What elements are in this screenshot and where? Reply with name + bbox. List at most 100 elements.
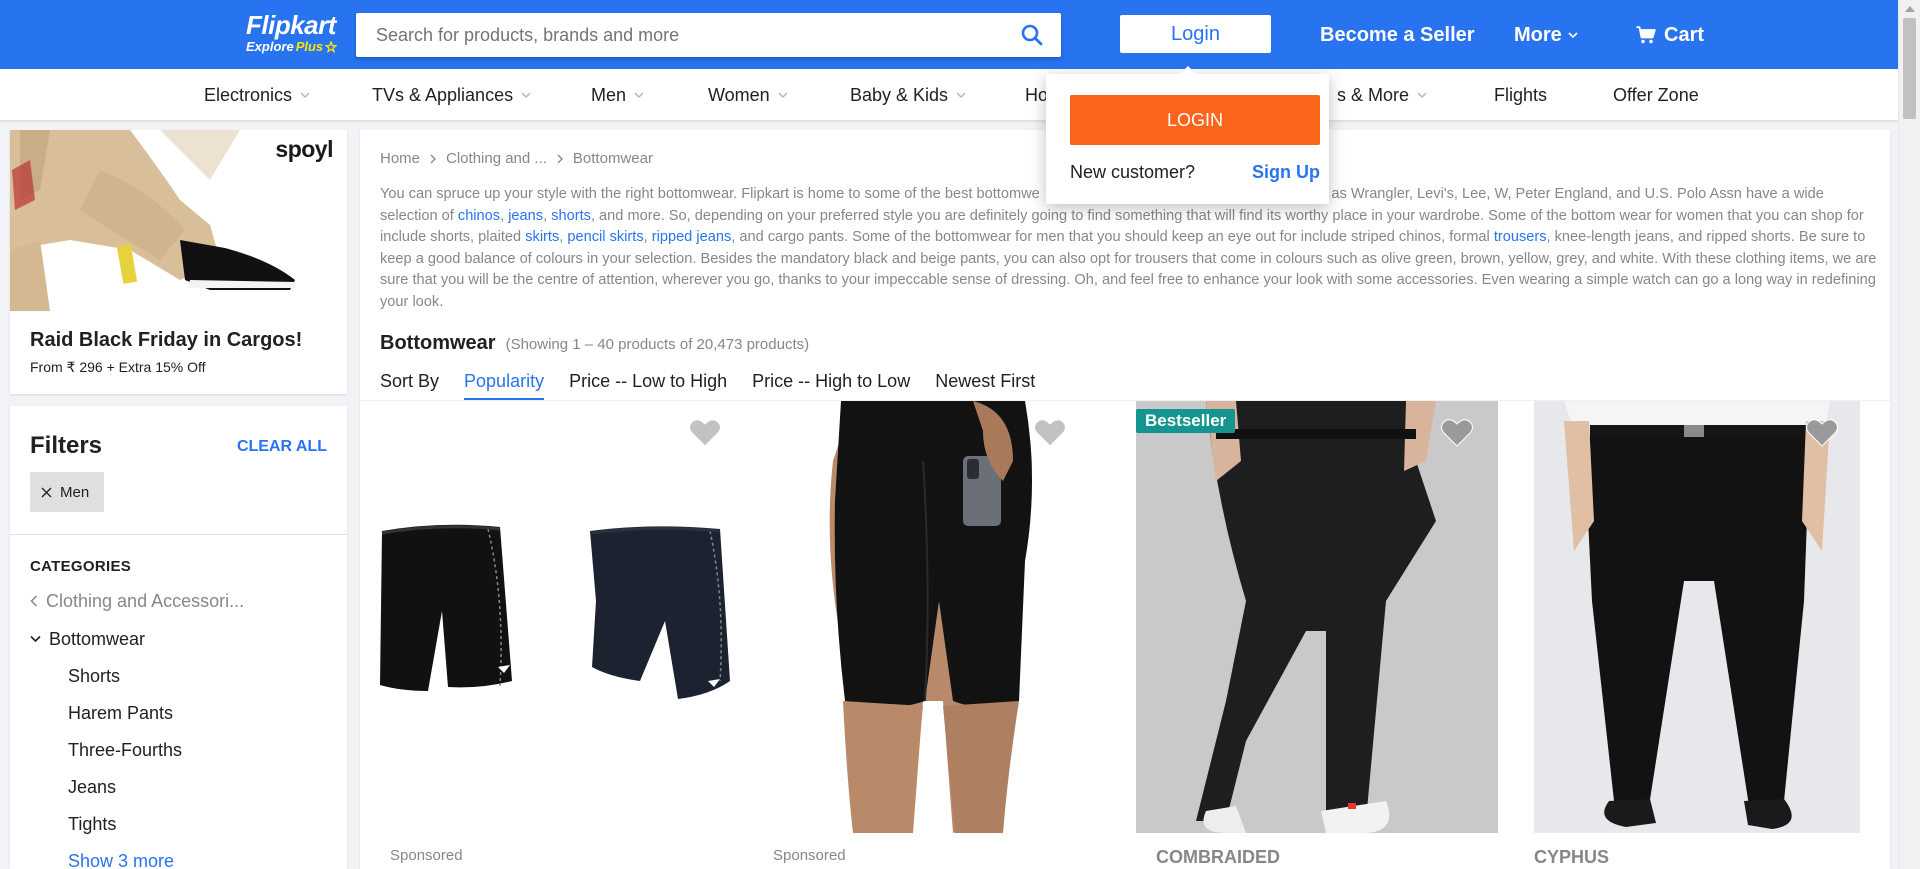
product-card[interactable]: Sponsored xyxy=(360,401,743,869)
subcategory-jeans[interactable]: Jeans xyxy=(68,776,116,798)
sponsored-label: Sponsored xyxy=(390,847,463,864)
sign-up-link[interactable]: Sign Up xyxy=(1252,161,1320,183)
product-card[interactable]: Bestseller COMBRAIDED xyxy=(1126,401,1509,869)
nav-home[interactable]: Ho xyxy=(1025,84,1048,106)
login-cta-button[interactable]: LOGIN xyxy=(1070,95,1320,145)
sort-bar: Sort By Popularity Price -- Low to High … xyxy=(380,370,1035,400)
chevron-down-icon xyxy=(521,92,531,98)
breadcrumb-clothing[interactable]: Clothing and ... xyxy=(446,150,547,168)
nav-flights[interactable]: Flights xyxy=(1494,84,1547,106)
subcategory-three-fourths[interactable]: Three-Fourths xyxy=(68,739,182,761)
search-box xyxy=(356,13,1061,57)
bestseller-badge: Bestseller xyxy=(1136,409,1236,433)
header-bar: Flipkart Explore Plus Login Become a Sel… xyxy=(0,0,1898,69)
cart-link[interactable]: Cart xyxy=(1636,22,1704,48)
close-icon[interactable] xyxy=(41,487,52,498)
product-brand: COMBRAIDED xyxy=(1156,847,1280,867)
wishlist-heart-icon[interactable] xyxy=(688,417,722,449)
results-title: Bottomwear xyxy=(380,332,496,354)
scroll-up-arrow-icon[interactable] xyxy=(1905,6,1915,12)
filters-title: Filters xyxy=(30,432,103,459)
nav-sports-more[interactable]: s & More xyxy=(1337,84,1427,106)
categories-heading: CATEGORIES xyxy=(30,558,132,575)
search-input[interactable] xyxy=(356,13,996,57)
flipkart-logo[interactable]: Flipkart Explore Plus xyxy=(246,10,346,54)
login-button[interactable]: Login xyxy=(1120,15,1271,53)
black-trousers-image xyxy=(1136,401,1498,833)
applied-filter-chip[interactable]: Men xyxy=(30,472,105,512)
breadcrumb-home[interactable]: Home xyxy=(380,150,420,168)
promo-ad-card[interactable]: spoyl Raid Black Friday in Cargos! From … xyxy=(10,130,347,394)
nav-men[interactable]: Men xyxy=(591,84,644,106)
become-seller-link[interactable]: Become a Seller xyxy=(1320,22,1475,48)
desc-text: , and cargo pants. Some of the bottomwea… xyxy=(731,229,1494,245)
product-card[interactable]: Sponsored xyxy=(743,401,1126,869)
category-current[interactable]: Bottomwear xyxy=(30,628,145,650)
category-current-label: Bottomwear xyxy=(49,629,146,649)
chevron-left-icon xyxy=(30,595,38,607)
nav-label: s & More xyxy=(1337,85,1410,105)
show-more-link[interactable]: Show 3 more xyxy=(68,850,174,869)
sort-label: Sort By xyxy=(380,371,440,391)
nav-electronics[interactable]: Electronics xyxy=(204,84,310,106)
subcategory-shorts[interactable]: Shorts xyxy=(68,665,120,687)
nav-tvs-appliances[interactable]: TVs & Appliances xyxy=(372,84,531,106)
link-skirts[interactable]: skirts xyxy=(525,229,559,245)
wishlist-heart-icon[interactable] xyxy=(1805,417,1839,449)
divider xyxy=(10,534,347,535)
link-pencil-skirts[interactable]: pencil skirts xyxy=(567,229,643,245)
nav-women[interactable]: Women xyxy=(708,84,788,106)
chevron-down-icon xyxy=(956,92,966,98)
link-trousers[interactable]: trousers xyxy=(1494,229,1547,245)
product-image xyxy=(1534,401,1860,833)
chevron-right-icon xyxy=(430,154,436,164)
breadcrumb-bottomwear[interactable]: Bottomwear xyxy=(573,150,653,168)
more-menu[interactable]: More xyxy=(1514,22,1578,48)
chevron-down-icon xyxy=(1417,92,1427,98)
subcategory-harem-pants[interactable]: Harem Pants xyxy=(68,702,173,724)
chevron-down-icon xyxy=(300,92,310,98)
product-brand: CYPHUS xyxy=(1534,847,1610,867)
ad-brand-logo: spoyl xyxy=(275,136,333,162)
wishlist-heart-icon[interactable] xyxy=(1440,417,1474,449)
sort-price-low-high[interactable]: Price -- Low to High xyxy=(569,370,727,400)
breadcrumb: Home Clothing and ... Bottomwear xyxy=(380,150,653,168)
category-parent[interactable]: Clothing and Accessori... xyxy=(30,590,244,612)
scrollbar-thumb[interactable] xyxy=(1903,18,1916,119)
link-chinos[interactable]: chinos xyxy=(458,208,500,224)
page-scrollbar[interactable] xyxy=(1898,0,1920,869)
ad-subtitle: From ₹ 296 + Extra 15% Off xyxy=(30,359,206,375)
product-image xyxy=(813,401,1063,833)
cart-label: Cart xyxy=(1664,24,1705,46)
product-card[interactable]: CYPHUS xyxy=(1509,401,1890,869)
subcategory-tights[interactable]: Tights xyxy=(68,813,116,835)
logo-text: Flipkart xyxy=(246,10,336,40)
sort-popularity[interactable]: Popularity xyxy=(464,370,545,400)
nav-label: Baby & Kids xyxy=(850,85,949,105)
link-shorts[interactable]: shorts xyxy=(551,208,591,224)
nav-label: Flights xyxy=(1494,85,1548,105)
page: Flipkart Explore Plus Login Become a Sel… xyxy=(0,0,1898,869)
category-nav: Electronics TVs & Appliances Men Women B… xyxy=(0,69,1898,121)
nav-label: Ho xyxy=(1025,85,1049,105)
plus-star-icon xyxy=(325,41,338,53)
ad-title: Raid Black Friday in Cargos! xyxy=(30,329,303,351)
wishlist-heart-icon[interactable] xyxy=(1033,417,1067,449)
login-dropdown: LOGIN New customer? Sign Up xyxy=(1046,66,1329,204)
sponsored-label: Sponsored xyxy=(773,847,846,864)
product-image xyxy=(1136,401,1498,833)
nav-label: Offer Zone xyxy=(1613,85,1699,105)
link-ripped-jeans[interactable]: ripped jeans xyxy=(652,229,732,245)
search-icon[interactable] xyxy=(1021,24,1043,46)
desc-sep: , xyxy=(643,229,652,245)
shorts-pair-image xyxy=(380,524,730,699)
nav-baby-kids[interactable]: Baby & Kids xyxy=(850,84,966,106)
nav-offer-zone[interactable]: Offer Zone xyxy=(1613,84,1699,106)
sort-price-high-low[interactable]: Price -- High to Low xyxy=(752,370,910,400)
logo-plus: Plus xyxy=(295,39,324,54)
more-label: More xyxy=(1514,24,1562,46)
clear-all-button[interactable]: CLEAR ALL xyxy=(237,433,327,461)
link-jeans[interactable]: jeans xyxy=(508,208,543,224)
desc-text: You can spruce up your style with the ri… xyxy=(380,186,1040,202)
sort-newest-first[interactable]: Newest First xyxy=(935,370,1035,400)
